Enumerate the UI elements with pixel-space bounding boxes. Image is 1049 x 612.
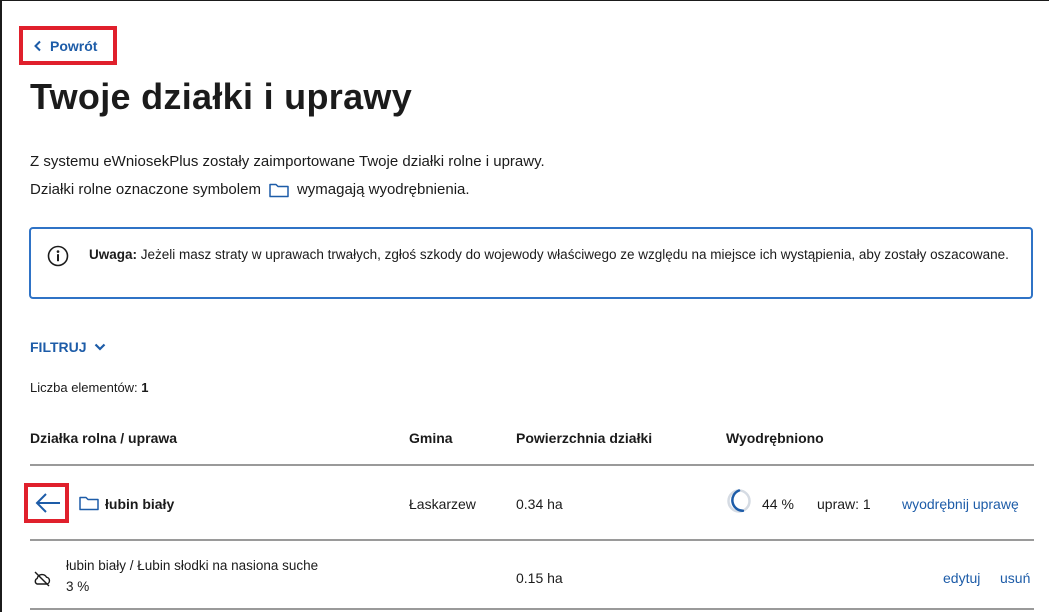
back-link[interactable]: Powrót xyxy=(32,38,97,54)
column-header-area: Powierzchnia działki xyxy=(516,430,653,446)
delete-crop-link[interactable]: usuń xyxy=(1000,570,1030,586)
progress-ring-icon xyxy=(727,489,751,513)
parcel-name: łubin biały xyxy=(105,496,175,512)
crop-percent: 3 % xyxy=(66,579,90,594)
folder-icon xyxy=(79,496,99,511)
intro-text-folder-note: Działki rolne oznaczone symbolem wymagaj… xyxy=(30,181,470,198)
alert-text: Jeżeli masz straty w uprawach trwałych, … xyxy=(140,247,1009,262)
intro-note-after: wymagają wyodrębnienia. xyxy=(296,181,470,198)
alert-message: Uwaga: Jeżeli masz straty w uprawach trw… xyxy=(89,244,1019,265)
parcel-extracted-percent: 44 % xyxy=(762,496,794,512)
table-divider xyxy=(30,539,1034,541)
items-count-label: Liczba elementów: xyxy=(30,380,138,395)
parcel-gmina: Łaskarzew xyxy=(409,496,476,512)
filter-toggle[interactable]: FILTRUJ xyxy=(30,339,106,355)
items-count: Liczba elementów: 1 xyxy=(30,380,149,395)
column-header-gmina: Gmina xyxy=(409,430,453,446)
no-cloud-icon xyxy=(34,571,51,587)
folder-icon xyxy=(269,183,289,197)
table-divider xyxy=(30,464,1034,466)
chevron-left-icon xyxy=(34,40,41,52)
alert-label: Uwaga: xyxy=(89,247,138,262)
page-title: Twoje działki i uprawy xyxy=(30,76,413,117)
intro-text: Z systemu eWniosekPlus zostały zaimporto… xyxy=(30,153,545,170)
extract-crop-link[interactable]: wyodrębnij uprawę xyxy=(902,496,1019,512)
filter-label: FILTRUJ xyxy=(30,339,87,355)
crop-name: łubin biały / Łubin słodki na nasiona su… xyxy=(66,558,319,573)
arrow-left-icon[interactable] xyxy=(34,492,62,514)
intro-note-before: Działki rolne oznaczone symbolem xyxy=(30,181,261,198)
crop-area: 0.15 ha xyxy=(516,570,563,586)
column-header-extracted: Wyodrębniono xyxy=(726,430,824,446)
back-label: Powrót xyxy=(50,38,98,54)
column-header-parcel: Działka rolna / uprawa xyxy=(30,430,178,446)
items-count-value: 1 xyxy=(141,380,149,395)
table-divider xyxy=(30,608,1034,610)
info-circle-icon xyxy=(47,245,69,267)
edit-crop-link[interactable]: edytuj xyxy=(943,570,980,586)
parcel-crops-count: upraw: 1 xyxy=(817,496,871,512)
chevron-down-icon xyxy=(94,343,105,351)
parcel-area: 0.34 ha xyxy=(516,496,563,512)
